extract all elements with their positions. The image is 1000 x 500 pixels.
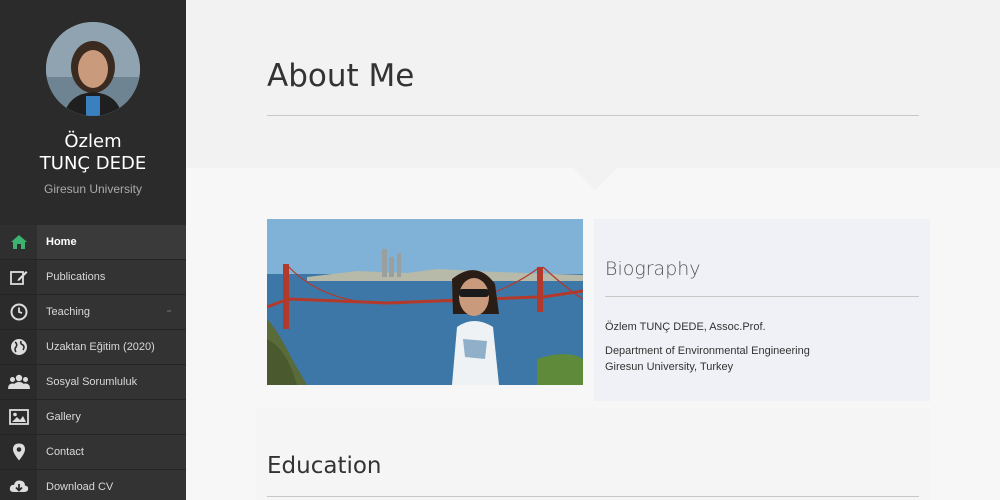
nav-item-home[interactable]: Home (0, 225, 186, 260)
globe-icon (0, 330, 37, 364)
nav-item-uzaktan-egitim[interactable]: Uzaktan Eğitim (2020) (0, 330, 186, 365)
education-title: Education (267, 453, 382, 479)
nav-item-publications[interactable]: Publications (0, 260, 186, 295)
section-pointer (573, 168, 617, 190)
biography-title: Biography (605, 258, 701, 280)
nav-item-label: Download CV (37, 470, 186, 500)
nav-item-contact[interactable]: Contact (0, 435, 186, 470)
nav-item-label: Contact (37, 435, 186, 469)
nav-item-label: Teaching (37, 295, 186, 329)
nav-item-sosyal-sorumluluk[interactable]: Sosyal Sorumluluk Çalışmaları (0, 365, 186, 422)
biography-line-university: Giresun University, Turkey (605, 361, 734, 373)
nav-item-teaching[interactable]: Teaching (0, 295, 186, 330)
profile-university: Giresun University (43, 182, 143, 196)
download-icon (0, 470, 37, 500)
nav-item-download-cv[interactable]: Download CV (0, 470, 186, 500)
nav-item-gallery[interactable]: Gallery (0, 400, 186, 435)
chevron-down-icon (167, 310, 171, 312)
biography-card (594, 219, 930, 401)
page-title: About Me (267, 58, 415, 94)
nav-item-label: Sosyal Sorumluluk Çalışmaları (37, 365, 186, 422)
avatar (46, 22, 140, 116)
profile-last-name: TUNÇ DEDE (39, 153, 147, 174)
biography-line-name: Özlem TUNÇ DEDE, Assoc.Prof. (605, 321, 766, 333)
nav-item-label: Gallery (37, 400, 186, 434)
sidebar-nav: Home Publications Teaching Uzaktan Eğiti… (0, 225, 186, 500)
profile-first-name: Özlem (64, 131, 122, 152)
image-icon (0, 400, 37, 434)
nav-item-label: Home (37, 225, 186, 259)
profile-photo (267, 219, 583, 385)
sidebar: Özlem TUNÇ DEDE Giresun University Home … (0, 0, 186, 500)
users-icon (0, 365, 37, 399)
title-divider (267, 115, 919, 116)
edit-icon (0, 260, 37, 294)
nav-item-label: Uzaktan Eğitim (2020) (37, 330, 186, 364)
nav-item-label: Publications (37, 260, 186, 294)
home-icon (0, 225, 37, 259)
biography-line-department: Department of Environmental Engineering (605, 345, 810, 357)
map-marker-icon (0, 435, 37, 469)
clock-icon (0, 295, 37, 329)
biography-divider (605, 296, 919, 297)
education-divider (267, 496, 919, 497)
